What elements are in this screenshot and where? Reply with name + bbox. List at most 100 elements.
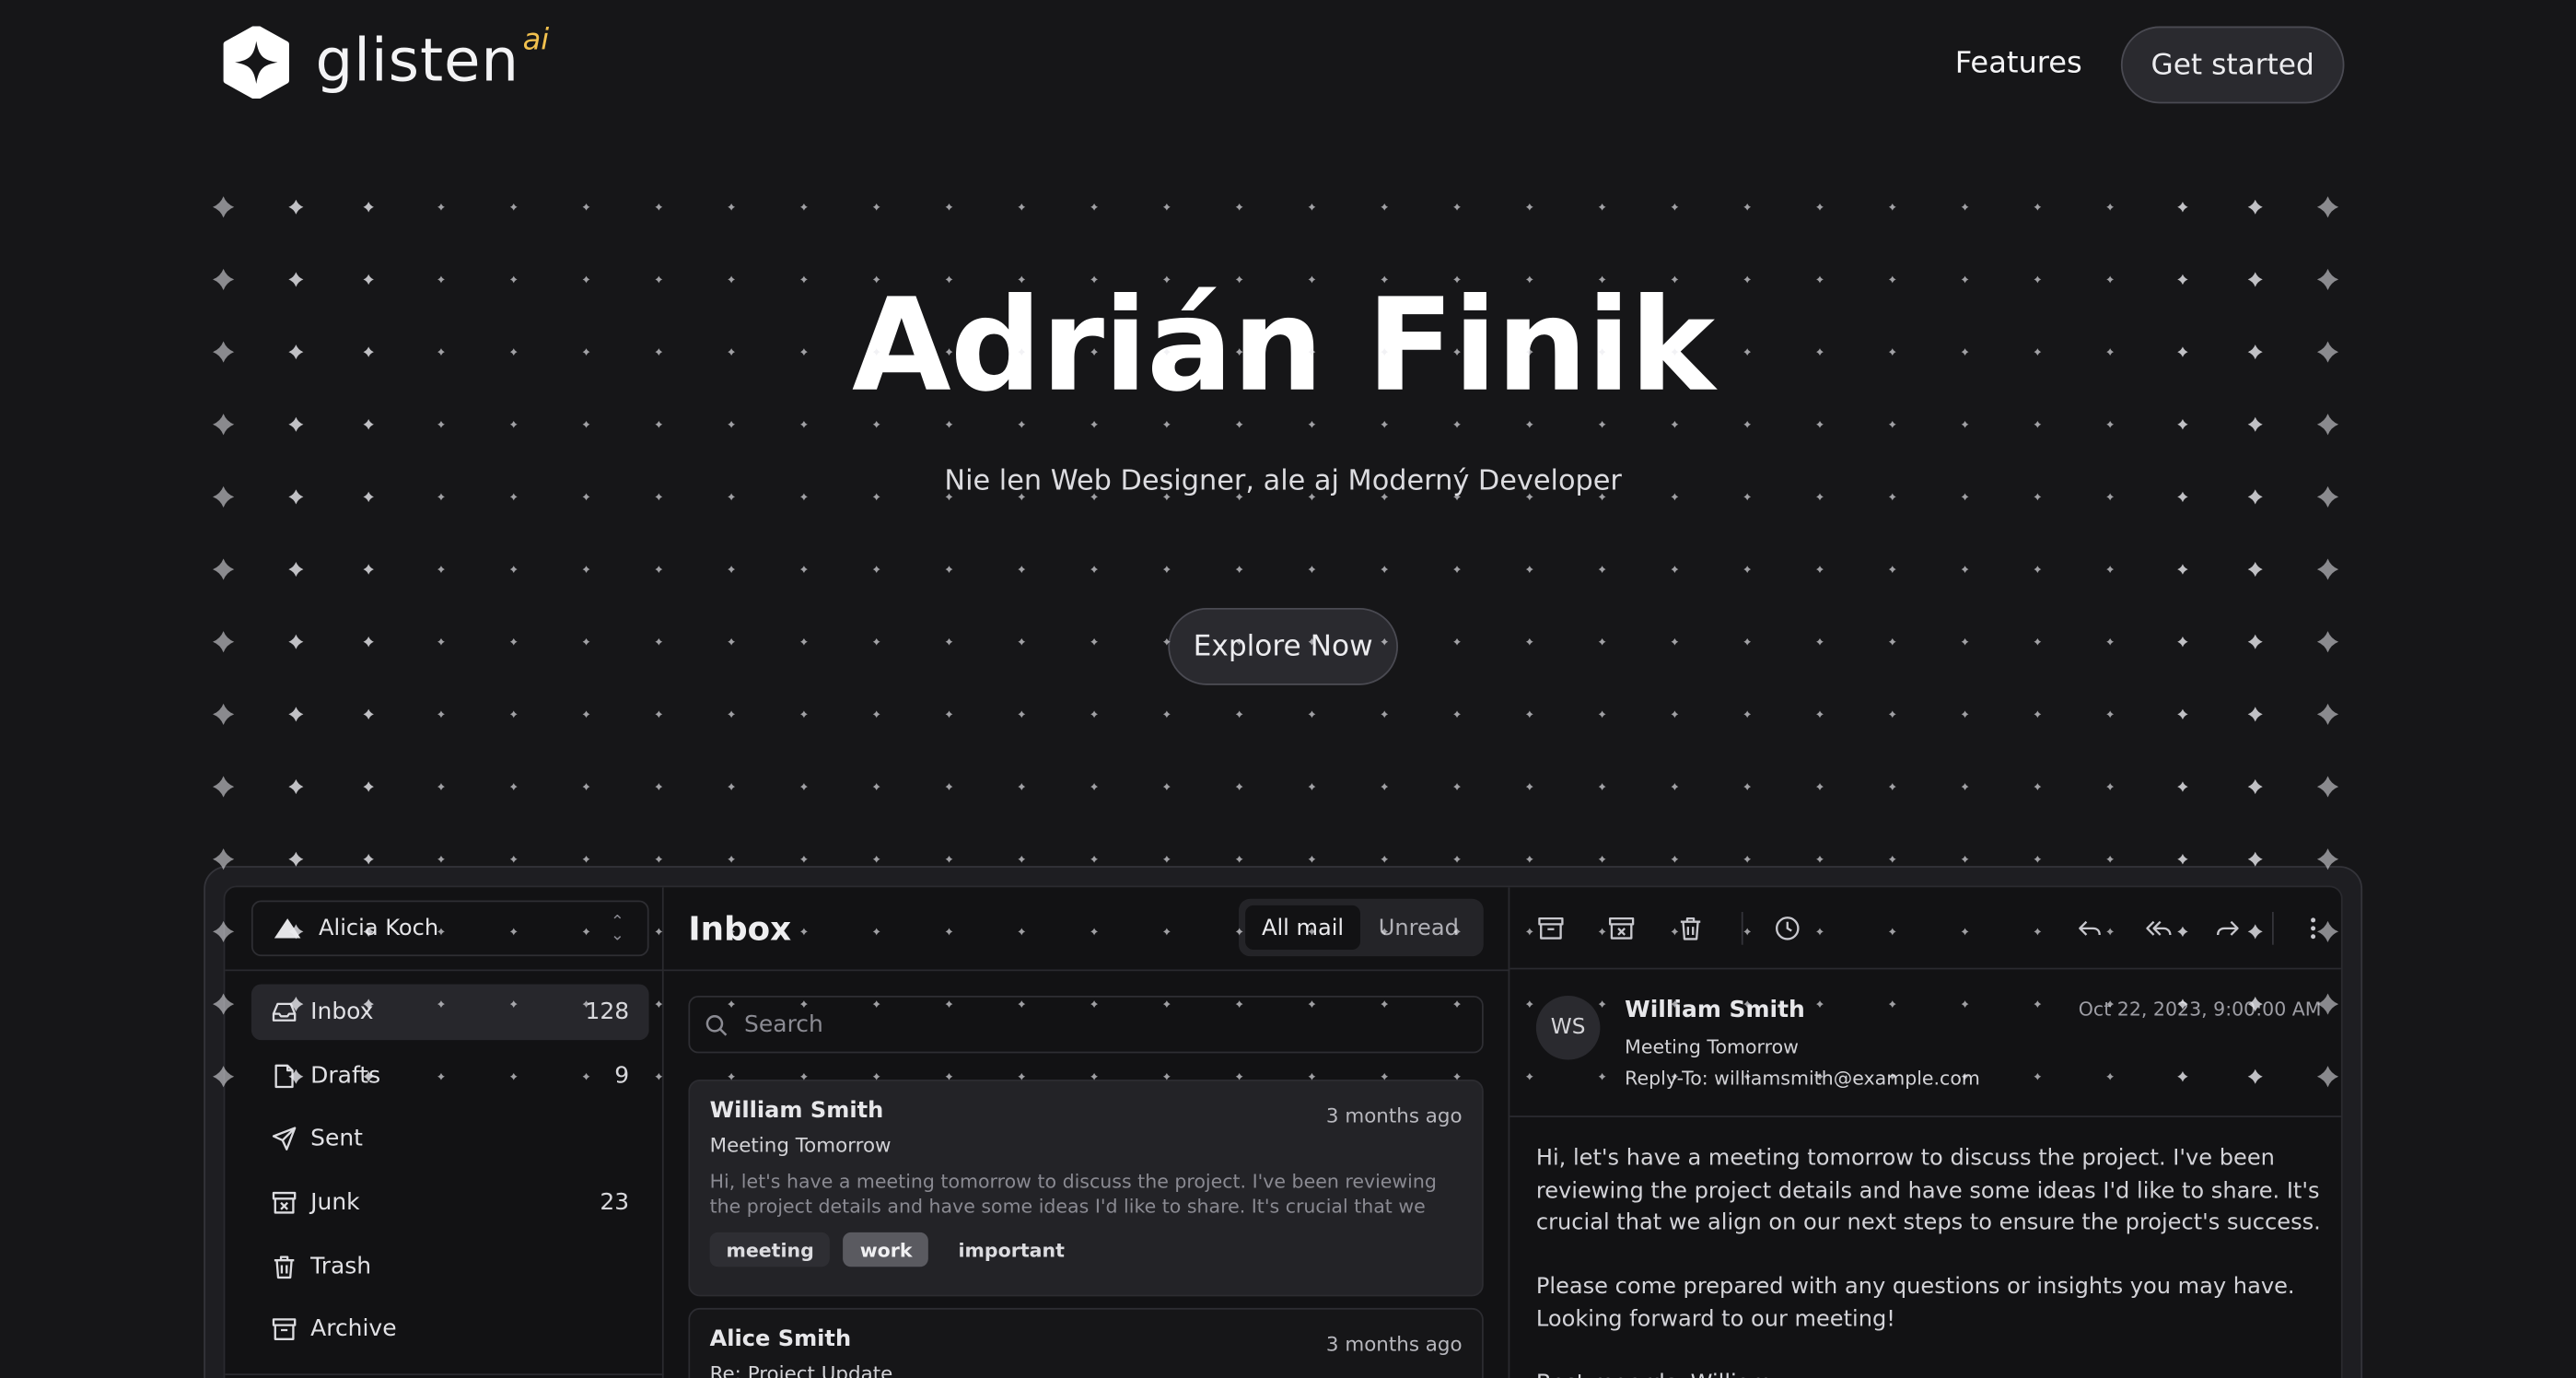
sparkle-dot (1235, 710, 1243, 718)
search-placeholder: Search (744, 1010, 823, 1038)
message-subject: Meeting Tomorrow (709, 1133, 892, 1157)
reply-all-icon[interactable] (2144, 914, 2174, 943)
sparkle-dot (1453, 637, 1461, 646)
tag-badge: meeting (709, 1232, 831, 1267)
sparkle-dot (799, 203, 808, 211)
sparkle-dot (2247, 634, 2263, 649)
sparkle-dot (1235, 566, 1243, 574)
sparkle-dot (1162, 566, 1171, 574)
sparkle-dot (1888, 637, 1896, 646)
search-input[interactable]: Search (688, 995, 1484, 1054)
sparkle-dot (799, 637, 808, 646)
sparkle-dot (1525, 420, 1533, 428)
sidebar-item-inbox[interactable]: Inbox 128 (251, 984, 649, 1041)
sparkle-dot (945, 637, 953, 646)
list-title: Inbox (688, 908, 792, 949)
sparkle-dot (582, 420, 590, 428)
sparkle-dot (1235, 420, 1243, 428)
sidebar-item-label: Archive (310, 1316, 397, 1344)
sparkle-dot (1308, 855, 1316, 863)
tag-badge: work (843, 1232, 929, 1267)
sidebar-item-trash[interactable]: Trash (251, 1239, 649, 1295)
reply-icon[interactable] (2075, 914, 2104, 943)
sparkle-dot (1090, 783, 1099, 791)
sparkle-dot (363, 564, 374, 575)
account-name: Alicia Koch (319, 915, 439, 942)
sparkle-dot (1598, 637, 1606, 646)
sparkle-dot (945, 420, 953, 428)
sparkle-dot (655, 420, 663, 428)
nav-link-features[interactable]: Features (1955, 46, 2082, 80)
sparkle-dot (1090, 710, 1099, 718)
sparkle-dot (728, 637, 736, 646)
sidebar-item-archive[interactable]: Archive (251, 1302, 649, 1359)
archive-icon[interactable] (1536, 914, 1566, 943)
sparkle-dot (1961, 420, 1969, 428)
sparkle-dot (1598, 420, 1606, 428)
archive-x-icon[interactable] (1607, 914, 1637, 943)
sparkle-dot (1381, 203, 1389, 211)
sparkle-dot (213, 703, 235, 726)
clock-icon[interactable] (1773, 914, 1802, 943)
filter-all-mail[interactable]: All mail (1245, 905, 1360, 951)
sparkle-dot (1162, 855, 1171, 863)
sparkle-dot (2247, 779, 2263, 795)
sparkle-dot (509, 566, 518, 574)
sparkle-dot (2034, 420, 2042, 428)
folder-list: Inbox 128 Drafts 9 Sent Junk 23 Trash Ar… (251, 984, 649, 1365)
sparkle-dot (872, 420, 880, 428)
sparkle-dot (799, 420, 808, 428)
filter-unread[interactable]: Unread (1360, 905, 1477, 950)
message-item[interactable]: Alice Smith 3 months ago Re: Project Upd… (688, 1307, 1484, 1378)
sparkle-dot (1381, 420, 1389, 428)
sparkle-dot (2177, 854, 2188, 865)
sparkle-dot (655, 637, 663, 646)
sparkle-dot (1888, 420, 1896, 428)
sparkle-dot (288, 851, 304, 867)
get-started-button[interactable]: Get started (2120, 26, 2345, 104)
brand-logo[interactable]: glisten ai (220, 22, 549, 99)
sidebar-item-junk[interactable]: Junk 23 (251, 1175, 649, 1232)
sparkle-dot (1598, 710, 1606, 718)
inbox-icon (272, 1002, 297, 1022)
sparkle-dot (1961, 855, 1969, 863)
sparkle-dot (1671, 710, 1679, 718)
trash-icon[interactable] (1675, 914, 1705, 943)
toolbar-divider (1741, 912, 1743, 945)
sidebar-item-sent[interactable]: Sent (251, 1112, 649, 1168)
sparkle-dot (945, 566, 953, 574)
body-paragraph: Hi, let's have a meeting tomorrow to dis… (1535, 1145, 2321, 1236)
sparkle-dot (1816, 637, 1824, 646)
sparkle-dot (728, 203, 736, 211)
sparkle-dot (213, 776, 235, 798)
sparkle-dot (799, 566, 808, 574)
sparkle-dot (1961, 566, 1969, 574)
sparkle-dot (2106, 855, 2115, 863)
sparkle-dot (872, 566, 880, 574)
sparkle-dot (2106, 710, 2115, 718)
toolbar-divider (2271, 912, 2274, 945)
sparkle-dot (1381, 783, 1389, 791)
forward-icon[interactable] (2213, 914, 2243, 943)
sparkle-dot (1671, 566, 1679, 574)
sparkle-dot (1235, 783, 1243, 791)
sparkle-dot (1671, 637, 1679, 646)
sidebar-item-drafts[interactable]: Drafts 9 (251, 1048, 649, 1104)
more-vertical-icon[interactable] (2299, 914, 2328, 943)
sparkle-dot (1453, 783, 1461, 791)
sparkle-dot (728, 566, 736, 574)
sparkle-dot (1671, 855, 1679, 863)
sparkle-dot (655, 203, 663, 211)
sparkle-dot (655, 710, 663, 718)
sparkle-dot (1598, 855, 1606, 863)
message-tags: meeting work important (709, 1232, 1463, 1267)
sidebar-item-label: Drafts (310, 1062, 381, 1090)
sparkle-dot (2316, 703, 2339, 726)
search-icon (705, 1014, 728, 1035)
mail-sidebar: Alicia Koch ⌃⌄ Inbox 128 Drafts 9 Sent (225, 887, 664, 1378)
account-switcher[interactable]: Alicia Koch ⌃ ⌄ (251, 900, 649, 957)
explore-now-button[interactable]: Explore Now (1168, 608, 1399, 685)
message-item[interactable]: William Smith 3 months ago Meeting Tomor… (688, 1079, 1484, 1297)
sparkle-dot (872, 855, 880, 863)
sparkle-dot (1888, 203, 1896, 211)
